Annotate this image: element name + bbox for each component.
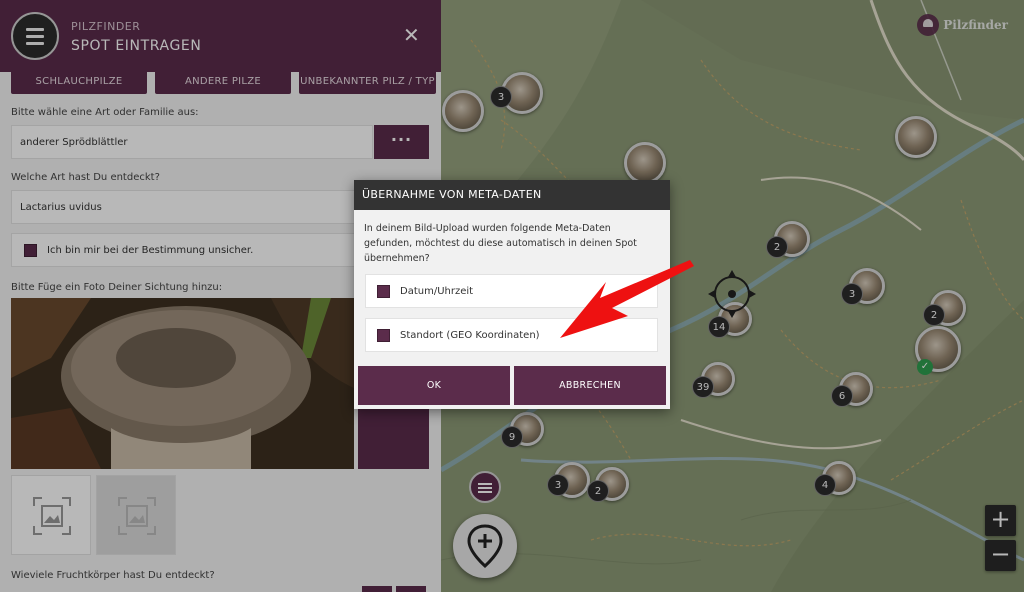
location-checkbox[interactable]: [377, 328, 390, 342]
cancel-button[interactable]: ABBRECHEN: [514, 366, 666, 405]
annotation-arrow-icon: [560, 260, 694, 338]
option-datetime-label: Datum/Uhrzeit: [400, 285, 474, 297]
option-location-label: Standort (GEO Koordinaten): [400, 329, 540, 341]
ok-button[interactable]: OK: [358, 366, 510, 405]
datetime-checkbox[interactable]: [377, 284, 390, 298]
dialog-title: ÜBERNAHME VON META-DATEN: [354, 180, 670, 210]
